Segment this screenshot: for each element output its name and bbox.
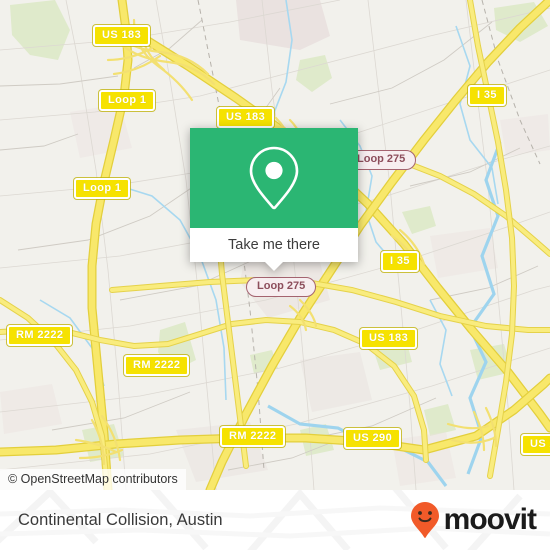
place-title: Continental Collision, Austin xyxy=(18,510,223,529)
map-label-shield[interactable]: RM 2222 xyxy=(124,355,190,376)
moovit-smiley-pin-icon xyxy=(410,502,439,538)
take-me-there-label: Take me there xyxy=(228,237,320,253)
moovit-brand[interactable]: moovit xyxy=(410,501,537,539)
popup-pointer-tail xyxy=(265,262,283,271)
map-pin-icon xyxy=(249,146,299,210)
footer-content: Continental Collision, Austin moovit xyxy=(0,490,550,550)
take-me-there-button[interactable]: Take me there xyxy=(190,228,358,271)
map-label-shield[interactable]: US 2 xyxy=(521,434,550,455)
screen: .bg{fill:#f2f1ec} .park{fill:#dfeacb} .b… xyxy=(0,0,550,550)
map-label-shield[interactable]: RM 2222 xyxy=(7,325,73,346)
popup-media-header xyxy=(190,128,358,228)
map-label-shield[interactable]: I 35 xyxy=(381,251,419,272)
map-label-pill[interactable]: Loop 275 xyxy=(246,277,317,297)
footer-bar: Continental Collision, Austin moovit xyxy=(0,490,550,550)
map-label-shield[interactable]: US 183 xyxy=(217,107,275,128)
map-label-shield[interactable]: Loop 1 xyxy=(99,90,156,111)
map-label-shield[interactable]: US 290 xyxy=(344,428,402,449)
map-label-shield[interactable]: RM 2222 xyxy=(220,426,286,447)
location-popup-card[interactable]: Take me there xyxy=(190,128,358,271)
map-label-shield[interactable]: US 183 xyxy=(93,25,151,46)
map-label-shield[interactable]: US 183 xyxy=(360,328,418,349)
moovit-wordmark: moovit xyxy=(443,503,537,536)
osm-attribution[interactable]: © OpenStreetMap contributors xyxy=(0,469,186,490)
map-label-shield[interactable]: I 35 xyxy=(468,85,506,106)
map-label-shield[interactable]: Loop 1 xyxy=(74,178,131,199)
